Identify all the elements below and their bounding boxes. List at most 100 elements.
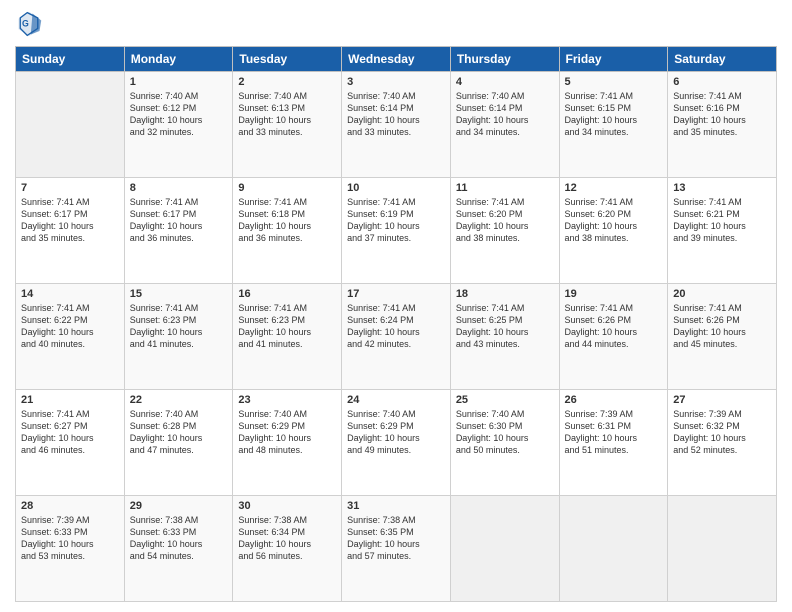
calendar-cell: 25Sunrise: 7:40 AM Sunset: 6:30 PM Dayli… (450, 390, 559, 496)
calendar-cell: 13 Sunrise: 7:41 AM Sunset: 6:21 PM Dayli… (668, 178, 777, 284)
day-number: 9 (238, 182, 336, 194)
calendar-cell: 18 Sunrise: 7:41 AM Sunset: 6:25 PM Dayli… (450, 284, 559, 390)
calendar-cell: 29 Sunrise: 7:38 AM Sunset: 6:33 PM Dayli… (124, 496, 233, 602)
day-info: Sunrise: 7:39 AM Sunset: 6:32 PM Dayligh… (673, 408, 771, 457)
calendar-cell: 7 Sunrise: 7:41 AM Sunset: 6:17 PM Daylig… (16, 178, 125, 284)
calendar-cell: 1 Sunrise: 7:40 AM Sunset: 6:12 PM Daylig… (124, 72, 233, 178)
calendar-cell: 26Sunrise: 7:39 AM Sunset: 6:31 PM Dayli… (559, 390, 668, 496)
calendar-cell: 31 Sunrise: 7:38 AM Sunset: 6:35 PM Dayli… (342, 496, 451, 602)
day-header-friday: Friday (559, 47, 668, 72)
day-number: 15 (130, 288, 228, 300)
calendar-cell: 11 Sunrise: 7:41 AM Sunset: 6:20 PM Dayli… (450, 178, 559, 284)
day-info: Sunrise: 7:41 AM Sunset: 6:17 PM Dayligh… (21, 196, 119, 245)
day-number: 5 (565, 76, 663, 88)
day-number: 21 (21, 394, 119, 406)
calendar-cell: 12 Sunrise: 7:41 AM Sunset: 6:20 PM Dayli… (559, 178, 668, 284)
day-header-monday: Monday (124, 47, 233, 72)
svg-text:G: G (22, 19, 29, 29)
day-number: 29 (130, 500, 228, 512)
day-number: 20 (673, 288, 771, 300)
day-number: 2 (238, 76, 336, 88)
calendar-cell: 15 Sunrise: 7:41 AM Sunset: 6:23 PM Dayli… (124, 284, 233, 390)
week-row-0: 1 Sunrise: 7:40 AM Sunset: 6:12 PM Daylig… (16, 72, 777, 178)
day-info: Sunrise: 7:40 AM Sunset: 6:14 PM Dayligh… (347, 90, 445, 139)
day-number: 28 (21, 500, 119, 512)
day-info: Sunrise: 7:41 AM Sunset: 6:22 PM Dayligh… (21, 302, 119, 351)
day-number: 16 (238, 288, 336, 300)
day-number: 11 (456, 182, 554, 194)
day-info: Sunrise: 7:41 AM Sunset: 6:15 PM Dayligh… (565, 90, 663, 139)
day-info: Sunrise: 7:41 AM Sunset: 6:27 PM Dayligh… (21, 408, 119, 457)
calendar-cell: 17 Sunrise: 7:41 AM Sunset: 6:24 PM Dayli… (342, 284, 451, 390)
calendar-cell: 4 Sunrise: 7:40 AM Sunset: 6:14 PM Daylig… (450, 72, 559, 178)
day-info: Sunrise: 7:38 AM Sunset: 6:34 PM Dayligh… (238, 514, 336, 563)
day-number: 26 (565, 394, 663, 406)
week-row-4: 28 Sunrise: 7:39 AM Sunset: 6:33 PM Dayli… (16, 496, 777, 602)
day-info: Sunrise: 7:40 AM Sunset: 6:14 PM Dayligh… (456, 90, 554, 139)
calendar-cell: 28 Sunrise: 7:39 AM Sunset: 6:33 PM Dayli… (16, 496, 125, 602)
calendar-table: SundayMondayTuesdayWednesdayThursdayFrid… (15, 46, 777, 602)
calendar-cell: 14 Sunrise: 7:41 AM Sunset: 6:22 PM Dayli… (16, 284, 125, 390)
logo-icon: G (15, 10, 43, 38)
calendar-cell: 27Sunrise: 7:39 AM Sunset: 6:32 PM Dayli… (668, 390, 777, 496)
calendar-cell: 8Sunrise: 7:41 AM Sunset: 6:17 PM Daylig… (124, 178, 233, 284)
calendar-cell: 23Sunrise: 7:40 AM Sunset: 6:29 PM Dayli… (233, 390, 342, 496)
day-number: 8 (130, 182, 228, 194)
day-info: Sunrise: 7:41 AM Sunset: 6:26 PM Dayligh… (565, 302, 663, 351)
day-header-tuesday: Tuesday (233, 47, 342, 72)
calendar-cell: 2Sunrise: 7:40 AM Sunset: 6:13 PM Daylig… (233, 72, 342, 178)
day-number: 17 (347, 288, 445, 300)
header: G (15, 10, 777, 38)
week-row-2: 14 Sunrise: 7:41 AM Sunset: 6:22 PM Dayli… (16, 284, 777, 390)
day-info: Sunrise: 7:40 AM Sunset: 6:28 PM Dayligh… (130, 408, 228, 457)
calendar-cell: 19 Sunrise: 7:41 AM Sunset: 6:26 PM Dayli… (559, 284, 668, 390)
day-info: Sunrise: 7:41 AM Sunset: 6:23 PM Dayligh… (130, 302, 228, 351)
day-number: 24 (347, 394, 445, 406)
calendar-cell (668, 496, 777, 602)
day-number: 6 (673, 76, 771, 88)
day-info: Sunrise: 7:41 AM Sunset: 6:25 PM Dayligh… (456, 302, 554, 351)
day-number: 31 (347, 500, 445, 512)
calendar-cell: 21 Sunrise: 7:41 AM Sunset: 6:27 PM Dayli… (16, 390, 125, 496)
day-number: 10 (347, 182, 445, 194)
page: G SundayMondayTuesdayWednesdayThursdayFr… (0, 0, 792, 612)
day-number: 4 (456, 76, 554, 88)
day-info: Sunrise: 7:39 AM Sunset: 6:33 PM Dayligh… (21, 514, 119, 563)
calendar-cell: 24 Sunrise: 7:40 AM Sunset: 6:29 PM Dayli… (342, 390, 451, 496)
calendar-cell (16, 72, 125, 178)
day-number: 14 (21, 288, 119, 300)
day-info: Sunrise: 7:41 AM Sunset: 6:18 PM Dayligh… (238, 196, 336, 245)
calendar-cell: 6 Sunrise: 7:41 AM Sunset: 6:16 PM Daylig… (668, 72, 777, 178)
day-info: Sunrise: 7:38 AM Sunset: 6:33 PM Dayligh… (130, 514, 228, 563)
day-info: Sunrise: 7:41 AM Sunset: 6:23 PM Dayligh… (238, 302, 336, 351)
day-info: Sunrise: 7:38 AM Sunset: 6:35 PM Dayligh… (347, 514, 445, 563)
day-info: Sunrise: 7:41 AM Sunset: 6:19 PM Dayligh… (347, 196, 445, 245)
day-header-wednesday: Wednesday (342, 47, 451, 72)
day-number: 7 (21, 182, 119, 194)
day-header-thursday: Thursday (450, 47, 559, 72)
day-number: 1 (130, 76, 228, 88)
calendar-cell (559, 496, 668, 602)
calendar-cell: 9 Sunrise: 7:41 AM Sunset: 6:18 PM Daylig… (233, 178, 342, 284)
calendar-cell: 10 Sunrise: 7:41 AM Sunset: 6:19 PM Dayli… (342, 178, 451, 284)
day-number: 12 (565, 182, 663, 194)
calendar-cell: 30Sunrise: 7:38 AM Sunset: 6:34 PM Dayli… (233, 496, 342, 602)
day-info: Sunrise: 7:41 AM Sunset: 6:21 PM Dayligh… (673, 196, 771, 245)
day-info: Sunrise: 7:41 AM Sunset: 6:20 PM Dayligh… (456, 196, 554, 245)
day-number: 18 (456, 288, 554, 300)
day-number: 3 (347, 76, 445, 88)
day-number: 13 (673, 182, 771, 194)
day-info: Sunrise: 7:41 AM Sunset: 6:24 PM Dayligh… (347, 302, 445, 351)
calendar-cell (450, 496, 559, 602)
day-info: Sunrise: 7:41 AM Sunset: 6:16 PM Dayligh… (673, 90, 771, 139)
day-info: Sunrise: 7:41 AM Sunset: 6:20 PM Dayligh… (565, 196, 663, 245)
calendar-cell: 16 Sunrise: 7:41 AM Sunset: 6:23 PM Dayli… (233, 284, 342, 390)
day-info: Sunrise: 7:40 AM Sunset: 6:29 PM Dayligh… (347, 408, 445, 457)
day-info: Sunrise: 7:40 AM Sunset: 6:12 PM Dayligh… (130, 90, 228, 139)
day-info: Sunrise: 7:41 AM Sunset: 6:26 PM Dayligh… (673, 302, 771, 351)
calendar-cell: 22Sunrise: 7:40 AM Sunset: 6:28 PM Dayli… (124, 390, 233, 496)
day-number: 19 (565, 288, 663, 300)
calendar-cell: 20 Sunrise: 7:41 AM Sunset: 6:26 PM Dayli… (668, 284, 777, 390)
calendar: SundayMondayTuesdayWednesdayThursdayFrid… (15, 46, 777, 602)
day-info: Sunrise: 7:40 AM Sunset: 6:30 PM Dayligh… (456, 408, 554, 457)
